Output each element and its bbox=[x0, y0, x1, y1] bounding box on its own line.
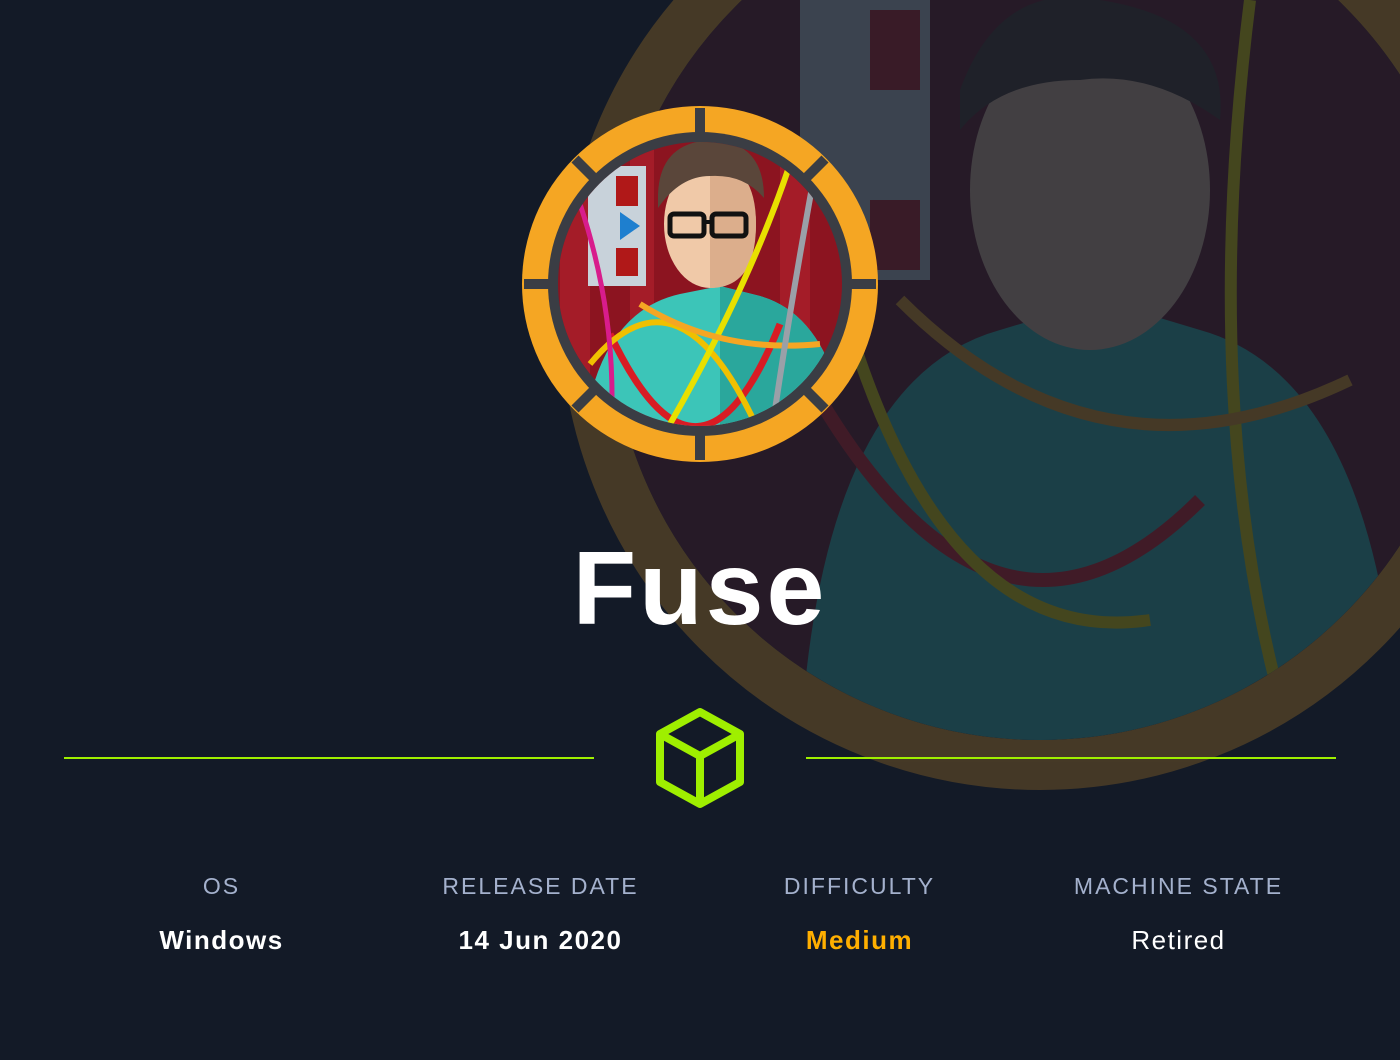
stat-value-os: Windows bbox=[159, 925, 284, 955]
divider-right bbox=[806, 757, 1336, 759]
divider-left bbox=[64, 757, 594, 759]
stat-os: OS Windows bbox=[62, 870, 381, 956]
stat-release-date: RELEASE DATE 14 Jun 2020 bbox=[381, 870, 700, 956]
stat-label: DIFFICULTY bbox=[783, 873, 936, 899]
stat-label: OS bbox=[202, 873, 241, 899]
stat-value-difficulty: Medium bbox=[805, 925, 914, 955]
stat-value-machine-state: Retired bbox=[1131, 925, 1226, 955]
machine-stats: OS Windows RELEASE DATE 14 Jun 2020 DIFF… bbox=[62, 870, 1338, 956]
hack-the-box-cube-icon bbox=[656, 708, 744, 808]
machine-card: Fuse OS Windows RELEASE DATE 14 Jun 2020… bbox=[0, 0, 1400, 1060]
stat-label: RELEASE DATE bbox=[442, 873, 639, 899]
stat-label: MACHINE STATE bbox=[1073, 873, 1284, 899]
stat-difficulty: DIFFICULTY Medium bbox=[700, 870, 1019, 956]
machine-avatar bbox=[522, 106, 878, 462]
machine-name: Fuse bbox=[572, 531, 828, 647]
stat-machine-state: MACHINE STATE Retired bbox=[1019, 870, 1338, 956]
stat-value-release-date: 14 Jun 2020 bbox=[458, 925, 623, 955]
